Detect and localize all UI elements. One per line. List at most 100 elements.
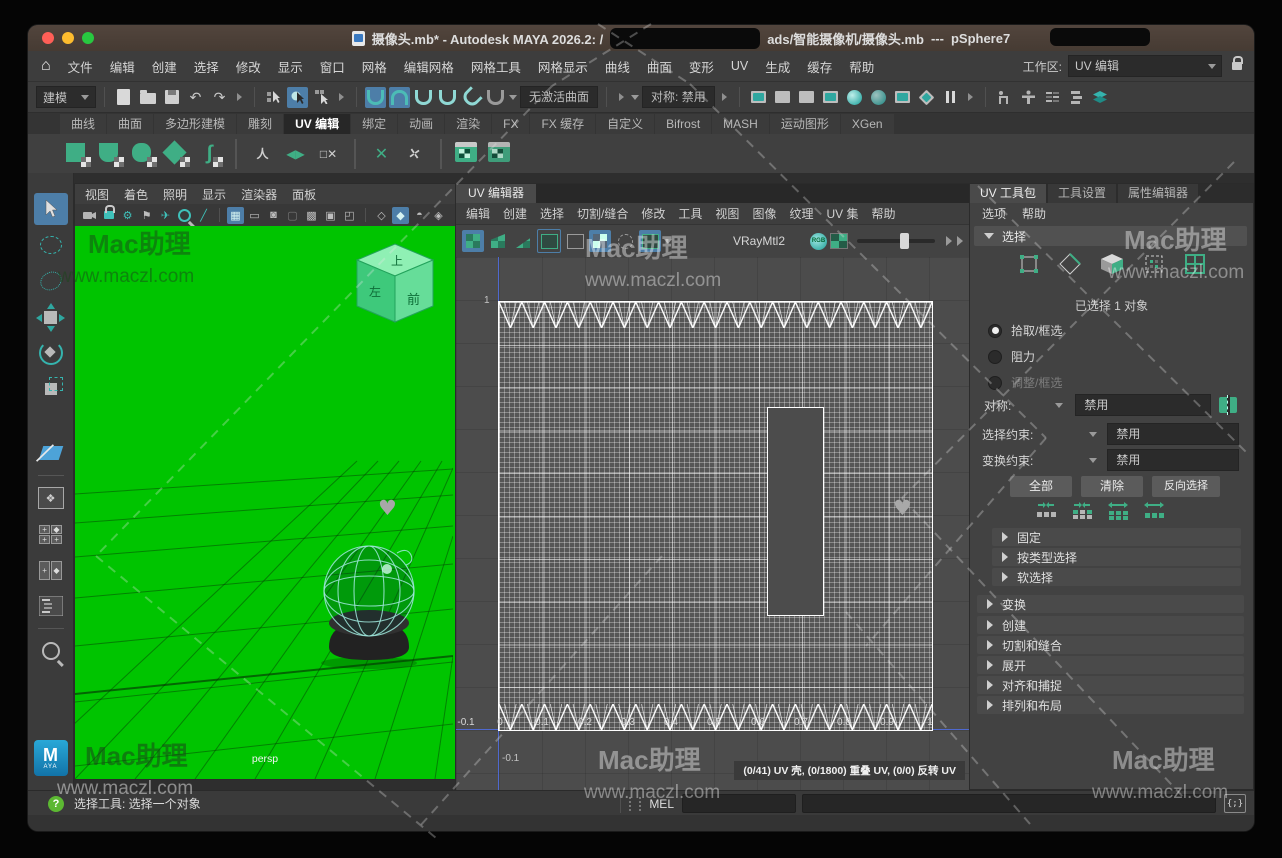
- lasso-select-tool[interactable]: [34, 229, 68, 261]
- cylindrical-mapping-icon[interactable]: [97, 140, 124, 167]
- lock-icon[interactable]: [1232, 62, 1242, 70]
- light-editor-icon[interactable]: [916, 87, 937, 108]
- select-camera-icon[interactable]: [81, 207, 98, 224]
- mode-dropdown[interactable]: 建模: [36, 86, 96, 108]
- selection-constraint-field[interactable]: 禁用: [1107, 423, 1239, 445]
- menu-windows[interactable]: 窗口: [320, 57, 345, 76]
- radio-pick-marquee[interactable]: 拾取/框选: [988, 322, 1062, 339]
- section-select-by-type[interactable]: 按类型选择: [992, 548, 1241, 566]
- uv-menu-help[interactable]: 帮助: [871, 205, 895, 222]
- uv-texture-borders-icon[interactable]: [537, 229, 561, 253]
- 2d-pan-zoom-icon[interactable]: [176, 207, 193, 224]
- image-plane-icon[interactable]: ✈: [157, 207, 174, 224]
- lights-icon[interactable]: ◈: [430, 207, 447, 224]
- uv-component-icon[interactable]: [1142, 252, 1166, 279]
- expand-toolbar-icon[interactable]: [946, 236, 952, 246]
- menu-generate[interactable]: 生成: [765, 57, 790, 76]
- menu-mesh[interactable]: 网格: [362, 57, 387, 76]
- uv-menu-select[interactable]: 选择: [540, 205, 564, 222]
- zoom-tool[interactable]: [34, 635, 68, 667]
- uv-editor-tab[interactable]: UV 编辑器: [456, 184, 536, 203]
- rgb-channels-icon[interactable]: RGB: [810, 233, 827, 250]
- menu-edit-mesh[interactable]: 编辑网格: [404, 57, 454, 76]
- slider-thumb[interactable]: [900, 233, 909, 249]
- menu-surfaces[interactable]: 曲面: [647, 57, 672, 76]
- rotate-tool[interactable]: [34, 337, 68, 369]
- menu-cache[interactable]: 缓存: [807, 57, 832, 76]
- uv-menu-create[interactable]: 创建: [503, 205, 527, 222]
- lock-camera-icon[interactable]: [100, 207, 117, 224]
- layout-two-pane-side[interactable]: +◆: [34, 554, 68, 586]
- uv-menu-tools[interactable]: 工具: [678, 205, 702, 222]
- shelf-tab-mash[interactable]: MASH: [712, 114, 769, 134]
- sew-uv-icon[interactable]: ✛: [401, 140, 428, 167]
- gate-mask-icon[interactable]: ▢: [284, 207, 301, 224]
- pause-viewport-icon[interactable]: [940, 87, 961, 108]
- straighten-uv-icon[interactable]: ◀▶: [282, 140, 309, 167]
- film-gate-icon[interactable]: ▭: [246, 207, 263, 224]
- contour-stretch-mapping-icon[interactable]: ∫: [196, 140, 223, 167]
- ipr-render-icon[interactable]: [796, 87, 817, 108]
- view-cube-top-label[interactable]: 上: [391, 254, 403, 268]
- radio-tweak-marquee[interactable]: 调整/框选: [988, 374, 1062, 391]
- symmetry-toggle-icon[interactable]: [1219, 397, 1237, 413]
- tab-uv-toolkit[interactable]: UV 工具包: [970, 184, 1046, 203]
- uv-shell-mesh[interactable]: [498, 301, 933, 731]
- shelf-tab-bifrost[interactable]: Bifrost: [655, 114, 711, 134]
- uv-grid-tiles-icon[interactable]: [462, 230, 484, 252]
- live-surface-field[interactable]: 无激活曲面: [520, 86, 598, 108]
- attribute-editor-toggle-icon[interactable]: [1066, 87, 1087, 108]
- layout-single-pane[interactable]: ❖: [34, 482, 68, 514]
- menu-create[interactable]: 创建: [152, 57, 177, 76]
- render-settings-icon[interactable]: [820, 87, 841, 108]
- section-cut-and-sew[interactable]: 切割和缝合: [977, 636, 1244, 654]
- select-edge-loop-icon[interactable]: [1106, 502, 1130, 523]
- open-uv-editor-icon[interactable]: [454, 140, 481, 167]
- shelf-tab-curves[interactable]: 曲线: [60, 114, 106, 134]
- invert-selection-button[interactable]: 反向选择: [1152, 476, 1220, 497]
- menu-mesh-display[interactable]: 网格显示: [538, 57, 588, 76]
- move-tool[interactable]: [34, 301, 68, 333]
- shrink-selection-icon[interactable]: [1034, 502, 1058, 523]
- snap-to-curve-icon[interactable]: [389, 87, 410, 108]
- field-chart-icon[interactable]: ▩: [303, 207, 320, 224]
- select-component-icon[interactable]: [311, 87, 332, 108]
- uv-dim-image-icon[interactable]: [614, 230, 636, 252]
- chevron-down-icon[interactable]: [509, 95, 517, 100]
- safe-action-icon[interactable]: ▣: [322, 207, 339, 224]
- render-setup-icon[interactable]: [868, 87, 889, 108]
- uv-shell-component-icon[interactable]: [1183, 252, 1207, 279]
- shelf-tab-animation[interactable]: 动画: [398, 114, 444, 134]
- chevron-down-icon[interactable]: [1089, 458, 1097, 463]
- shelf-tab-custom[interactable]: 自定义: [596, 114, 654, 134]
- snap-to-point-icon[interactable]: [413, 87, 434, 108]
- tab-attribute-editor[interactable]: 属性编辑器: [1118, 184, 1198, 203]
- viewport-menu-view[interactable]: 视图: [85, 186, 109, 203]
- tab-tool-settings[interactable]: 工具设置: [1048, 184, 1116, 203]
- lookdev-icon[interactable]: [892, 87, 913, 108]
- select-hierarchy-icon[interactable]: [263, 87, 284, 108]
- snap-to-grid-icon[interactable]: [365, 87, 386, 108]
- menu-modify[interactable]: 修改: [236, 57, 261, 76]
- edge-component-icon[interactable]: [1058, 252, 1082, 279]
- greasepencil-icon[interactable]: ╱: [195, 207, 212, 224]
- mel-label[interactable]: MEL: [649, 797, 674, 811]
- close-window-button[interactable]: [42, 32, 54, 44]
- layers-icon[interactable]: [1090, 87, 1111, 108]
- shelf-tab-fx-caching[interactable]: FX 缓存: [530, 114, 595, 134]
- save-scene-icon[interactable]: [161, 87, 182, 108]
- layout-four-pane[interactable]: +◆++: [34, 518, 68, 550]
- select-object-icon[interactable]: [287, 87, 308, 108]
- viewport-canvas[interactable]: 上 左 前 persp: [75, 226, 455, 779]
- title-bar[interactable]: 摄像头.mb* - Autodesk MAYA 2026.2: / ads/智能…: [28, 25, 1254, 51]
- perspective-viewport[interactable]: 视图 着色 照明 显示 渲染器 面板 ⚙ ⚑ ✈ ╱: [74, 183, 456, 780]
- scale-tool[interactable]: [34, 373, 68, 405]
- workspace-dropdown[interactable]: UV 编辑: [1068, 55, 1222, 77]
- planar-mapping-icon[interactable]: [64, 140, 91, 167]
- face-component-icon[interactable]: [1099, 252, 1125, 279]
- chevron-down-icon[interactable]: [664, 239, 672, 244]
- menu-select[interactable]: 选择: [194, 57, 219, 76]
- wireframe-icon[interactable]: ◇: [373, 207, 390, 224]
- select-edge-ring-icon[interactable]: [1142, 502, 1166, 523]
- viewport-menu-renderer[interactable]: 渲染器: [241, 186, 277, 203]
